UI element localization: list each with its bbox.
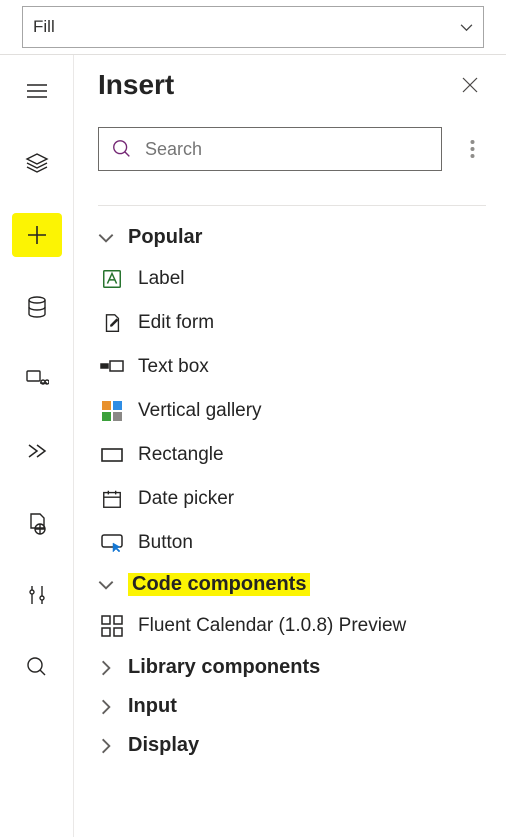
- rail-hamburger-button[interactable]: [12, 69, 62, 113]
- insert-item-button[interactable]: Button: [98, 521, 486, 565]
- item-label: Fluent Calendar (1.0.8) Preview: [138, 615, 406, 637]
- chevron-right-icon: [98, 699, 114, 715]
- search-icon: [111, 138, 133, 160]
- chevron-down-icon: [460, 21, 473, 34]
- group-code-components[interactable]: Code components: [98, 565, 486, 604]
- close-icon: [461, 76, 479, 94]
- database-icon: [25, 295, 49, 319]
- sliders-icon: [25, 583, 49, 607]
- rail-tools-button[interactable]: [12, 573, 62, 617]
- item-label: Button: [138, 532, 193, 554]
- grid-icon: [100, 614, 124, 638]
- left-rail: [0, 55, 74, 837]
- insert-panel: Insert: [74, 55, 506, 837]
- textbox-icon: [100, 355, 124, 379]
- property-dropdown-value: Fill: [33, 17, 55, 37]
- panel-more-button[interactable]: [458, 129, 486, 169]
- chevron-down-icon: [98, 230, 114, 246]
- group-library-components[interactable]: Library components: [98, 648, 486, 687]
- insert-item-editform[interactable]: Edit form: [98, 301, 486, 345]
- item-label: Text box: [138, 356, 209, 378]
- media-icon: [25, 367, 49, 391]
- editform-icon: [100, 311, 124, 335]
- insert-item-datepicker[interactable]: Date picker: [98, 477, 486, 521]
- chevron-down-icon: [98, 577, 114, 593]
- more-vertical-icon: [470, 139, 475, 159]
- label-icon: [100, 267, 124, 291]
- rail-media-button[interactable]: [12, 357, 62, 401]
- insert-item-fluent-calendar[interactable]: Fluent Calendar (1.0.8) Preview: [98, 604, 486, 648]
- item-label: Rectangle: [138, 444, 224, 466]
- search-box[interactable]: [98, 127, 442, 171]
- plus-icon: [25, 223, 49, 247]
- rectangle-icon: [100, 443, 124, 467]
- item-label: Label: [138, 268, 185, 290]
- separator: [98, 205, 486, 206]
- group-label: Display: [128, 734, 199, 757]
- panel-close-button[interactable]: [454, 69, 486, 101]
- rail-search-button[interactable]: [12, 645, 62, 689]
- insert-item-rectangle[interactable]: Rectangle: [98, 433, 486, 477]
- rail-data-button[interactable]: [12, 285, 62, 329]
- group-label: Library components: [128, 656, 320, 679]
- item-label: Edit form: [138, 312, 214, 334]
- item-label: Vertical gallery: [138, 400, 262, 422]
- insert-item-textbox[interactable]: Text box: [98, 345, 486, 389]
- insert-item-label[interactable]: Label: [98, 257, 486, 301]
- rail-treeview-button[interactable]: [12, 141, 62, 185]
- group-label: Input: [128, 695, 177, 718]
- rail-variables-button[interactable]: [12, 501, 62, 545]
- layers-icon: [25, 151, 49, 175]
- group-popular[interactable]: Popular: [98, 218, 486, 257]
- hamburger-icon: [26, 83, 48, 99]
- button-icon: [100, 531, 124, 555]
- panel-title: Insert: [98, 69, 174, 101]
- group-label: Code components: [128, 573, 310, 596]
- property-dropdown[interactable]: Fill: [22, 6, 484, 48]
- rail-insert-button[interactable]: [12, 213, 62, 257]
- group-display[interactable]: Display: [98, 726, 486, 765]
- search-icon: [25, 655, 49, 679]
- rail-flows-button[interactable]: [12, 429, 62, 473]
- group-label: Popular: [128, 226, 202, 249]
- group-input[interactable]: Input: [98, 687, 486, 726]
- search-input[interactable]: [145, 139, 429, 160]
- calendar-icon: [100, 487, 124, 511]
- insert-item-vertical-gallery[interactable]: Vertical gallery: [98, 389, 486, 433]
- document-globe-icon: [25, 511, 49, 535]
- chevrons-right-icon: [25, 439, 49, 463]
- chevron-right-icon: [98, 738, 114, 754]
- item-label: Date picker: [138, 488, 234, 510]
- gallery-icon: [100, 399, 124, 423]
- chevron-right-icon: [98, 660, 114, 676]
